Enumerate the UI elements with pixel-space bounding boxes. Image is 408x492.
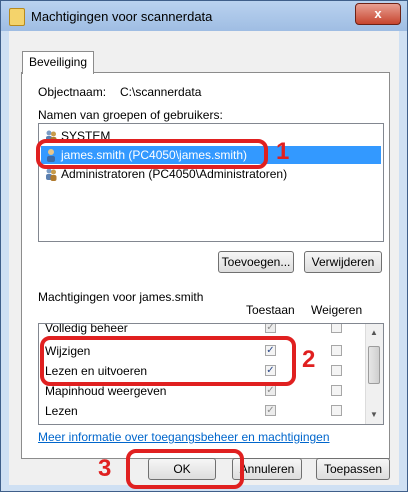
- scrollbar-thumb[interactable]: [368, 346, 380, 384]
- apply-button[interactable]: Toepassen: [316, 458, 390, 480]
- groups-label: Namen van groepen of gebruikers:: [38, 108, 223, 122]
- scroll-down-icon[interactable]: ▼: [370, 410, 378, 419]
- allow-checkbox[interactable]: ✓: [265, 405, 276, 416]
- remove-button[interactable]: Verwijderen: [304, 251, 382, 273]
- help-link[interactable]: Meer informatie over toegangsbeheer en m…: [38, 430, 330, 444]
- permission-label: Lezen: [45, 404, 78, 418]
- tab-beveiliging[interactable]: Beveiliging: [22, 51, 94, 74]
- close-button[interactable]: x: [355, 3, 401, 25]
- deny-checkbox[interactable]: [331, 345, 342, 356]
- permission-row-read: Lezen ✓: [39, 402, 363, 421]
- callout-box-3: [126, 449, 244, 489]
- permissions-label: Machtigingen voor james.smith: [38, 290, 204, 304]
- permission-label: Volledig beheer: [45, 323, 128, 335]
- object-name-value: C:\scannerdata: [120, 85, 202, 99]
- callout-box-1: [36, 139, 268, 169]
- callout-number-3: 3: [98, 455, 112, 482]
- scroll-up-icon[interactable]: ▲: [370, 328, 378, 337]
- deny-checkbox[interactable]: [331, 385, 342, 396]
- users-icon: [46, 168, 57, 181]
- deny-header: Weigeren: [311, 303, 363, 317]
- deny-checkbox[interactable]: [331, 405, 342, 416]
- deny-checkbox[interactable]: [331, 324, 342, 333]
- allow-header: Toestaan: [246, 303, 295, 317]
- add-button[interactable]: Toevoegen...: [218, 251, 294, 273]
- callout-number-2: 2: [302, 346, 316, 373]
- folder-icon: [9, 8, 25, 26]
- deny-checkbox[interactable]: [331, 365, 342, 376]
- callout-number-1: 1: [276, 138, 290, 165]
- allow-checkbox[interactable]: ✓: [265, 385, 276, 396]
- object-name-label: Objectnaam:: [38, 85, 107, 99]
- permission-label: Mapinhoud weergeven: [45, 384, 167, 398]
- title-bar[interactable]: Machtigingen voor scannerdata x: [1, 1, 407, 31]
- window-title: Machtigingen voor scannerdata: [31, 9, 213, 24]
- permissions-scrollbar[interactable]: ▲ ▼: [365, 324, 383, 424]
- list-item-label: Administratoren (PC4050\Administratoren): [61, 167, 288, 181]
- allow-checkbox[interactable]: ✓: [265, 324, 276, 333]
- callout-box-2: [40, 336, 296, 386]
